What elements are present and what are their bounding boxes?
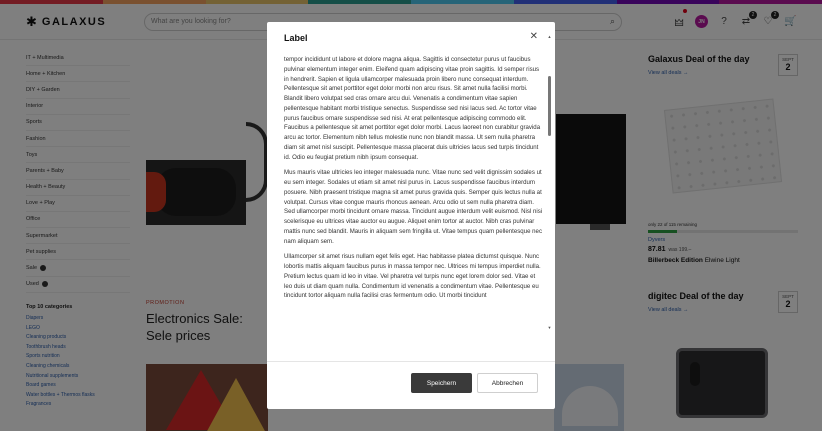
modal-paragraph: tempor incididunt ut labore et dolore ma… [284,56,541,161]
modal-paragraph: Mus mauris vitae ultricies leo integer m… [284,169,543,245]
modal-title: Label [284,33,308,43]
cancel-button[interactable]: Abbrechen [477,373,538,393]
scroll-down-icon[interactable]: ▼ [547,325,552,330]
close-icon[interactable]: ✕ [530,31,538,42]
modal-scrollbar[interactable]: ▲ ▼ [547,34,552,330]
modal-body[interactable]: tempor incididunt ut labore et dolore ma… [284,55,543,352]
label-modal: Label ✕ tempor incididunt ut labore et d… [267,22,555,409]
modal-paragraph: Ullamcorper sit amet risus nullam eget f… [284,253,541,300]
scroll-up-icon[interactable]: ▲ [547,34,552,39]
modal-divider [267,361,555,362]
scroll-thumb[interactable] [548,76,551,136]
save-button[interactable]: Speichern [411,373,472,393]
